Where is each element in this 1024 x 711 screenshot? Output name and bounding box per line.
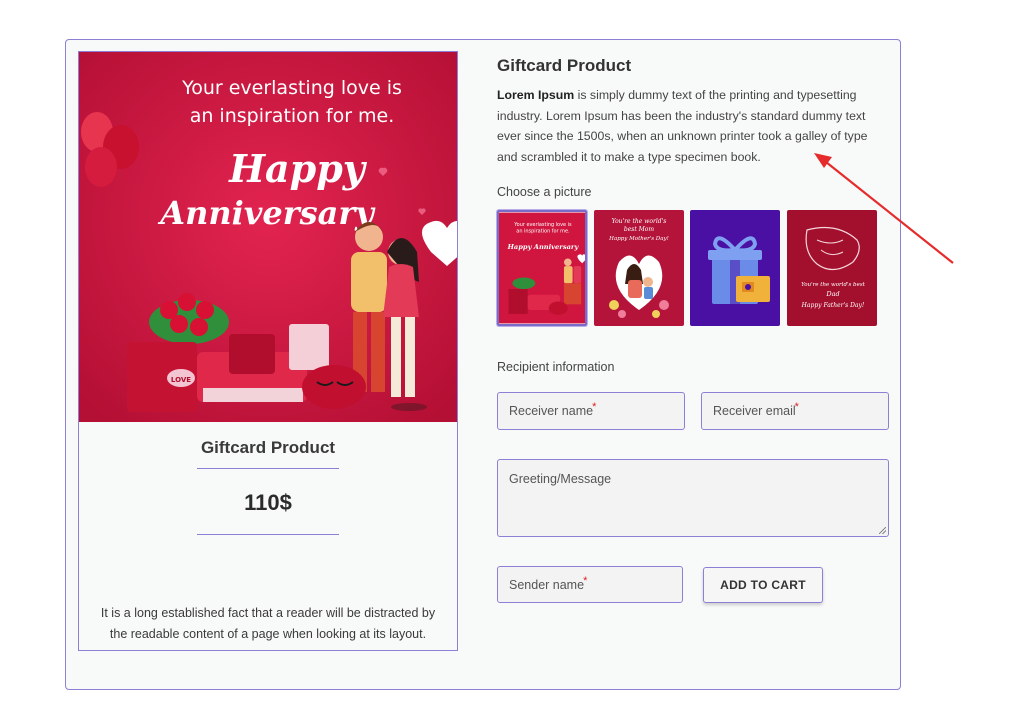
sender-name-placeholder: Sender name* — [509, 574, 588, 592]
thumbnail-gift-box[interactable] — [690, 210, 780, 326]
thumb1-line1: Your everlasting love is — [513, 222, 572, 228]
required-asterisk: * — [583, 574, 588, 587]
thumbnail-mothers-day[interactable]: You're the world's best Mom Happy Mother… — [594, 210, 684, 326]
greeting-message-placeholder: Greeting/Message — [509, 472, 612, 486]
preview-divider-bottom — [197, 534, 339, 535]
thumb2-line2: best Mom — [624, 226, 655, 233]
product-description-bold: Lorem Ipsum — [497, 88, 575, 102]
required-asterisk: * — [592, 401, 597, 413]
thumb1-line2: an inspiration for me. — [516, 229, 570, 235]
thumbnail-fathers-day[interactable]: You're the world's best Dad Happy Father… — [787, 210, 877, 326]
preview-divider-top — [197, 468, 339, 469]
greeting-message-textarea[interactable]: Greeting/Message — [497, 459, 889, 537]
thumbnail-anniversary[interactable]: Your everlasting love is an inspiration … — [497, 210, 587, 326]
add-to-cart-button[interactable]: ADD TO CART — [703, 567, 823, 603]
giftcard-preview: Your everlasting love is an inspiration … — [78, 51, 458, 651]
preview-script-line1: Happy — [228, 146, 368, 191]
preview-gift-tag-text: LOVE — [171, 376, 191, 384]
product-description: Lorem Ipsum is simply dummy text of the … — [497, 85, 887, 167]
receiver-email-field[interactable]: Receiver email* — [701, 392, 889, 430]
required-asterisk: * — [794, 401, 799, 413]
textarea-resize-handle[interactable] — [879, 527, 886, 534]
thumb1-script: Happy Anniversary — [507, 243, 580, 251]
preview-description: It is a long established fact that a rea… — [100, 606, 436, 641]
thumb4-script: Happy Father's Day! — [801, 302, 865, 309]
preview-script-line2: Anniversary — [157, 194, 376, 232]
giftcard-preview-image: Your everlasting love is an inspiration … — [79, 52, 457, 422]
preview-price: 110$ — [244, 490, 292, 515]
preview-title: Giftcard Product — [200, 438, 336, 457]
choose-picture-label: Choose a picture — [497, 185, 592, 199]
preview-headline-line2: an inspiration for me. — [190, 105, 395, 127]
receiver-email-placeholder: Receiver email* — [713, 401, 799, 418]
receiver-name-placeholder: Receiver name* — [509, 401, 597, 418]
product-title: Giftcard Product — [497, 56, 632, 75]
thumb4-line2: Dad — [825, 290, 839, 298]
receiver-name-field[interactable]: Receiver name* — [497, 392, 685, 430]
recipient-info-label: Recipient information — [497, 360, 615, 374]
thumb2-line1: You're the world's — [612, 218, 667, 225]
sender-name-field[interactable]: Sender name* — [497, 566, 683, 603]
thumb4-line1: You're the world's best — [801, 282, 866, 288]
thumb2-script: Happy Mother's Day! — [608, 236, 669, 242]
preview-headline-line1: Your everlasting love is — [181, 77, 402, 99]
